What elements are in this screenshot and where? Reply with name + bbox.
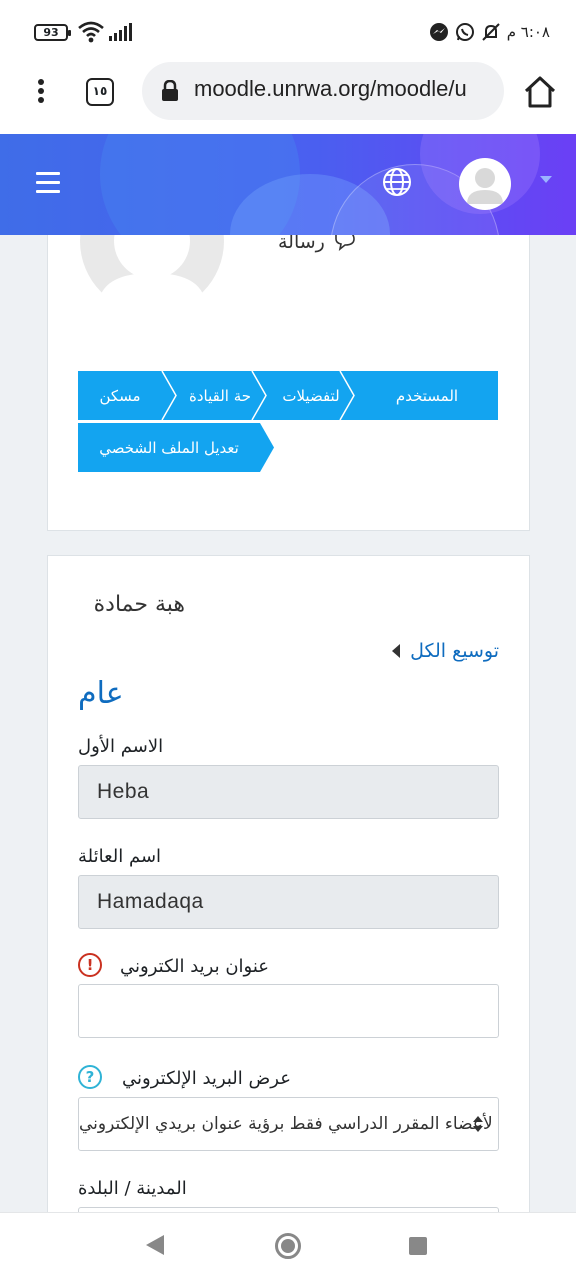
last-name-label: اسم العائلة [78,846,162,867]
home-button-icon[interactable] [275,1233,301,1259]
site-header [0,134,576,235]
select-arrows-icon [473,1116,483,1132]
breadcrumb-item[interactable]: لتفضيلات [270,371,352,420]
edit-profile-form: هبة حمادة توسيع الكل عام الاسم الأول Heb… [47,555,530,1255]
required-icon[interactable]: ! [78,953,102,977]
email-display-value[interactable]: السماح لأعضاء المقرر الدراسي فقط برؤية ع… [79,1114,498,1134]
last-name-field[interactable]: Hamadaqa [78,875,499,929]
user-avatar-icon[interactable] [459,158,511,210]
wifi-icon [78,21,104,43]
url-text[interactable]: moodle.unrwa.org/moodle/u [194,76,467,102]
battery-icon: 93 [34,24,71,41]
back-icon[interactable] [146,1235,164,1255]
system-nav-bar [0,1212,576,1280]
user-full-name: هبة حمادة [93,592,185,617]
status-time: ٦:٠٨ م [506,23,550,41]
email-display-label: عرض البريد الإلكتروني [122,1068,291,1089]
breadcrumb-item-current[interactable]: تعديل الملف الشخصي [84,423,254,472]
address-bar[interactable]: moodle.unrwa.org/moodle/u [142,62,504,120]
globe-icon[interactable] [382,167,412,197]
profile-card: رسالة المستخدم لتفضيلات حة القيادة مسكن … [47,200,530,531]
section-title-general[interactable]: عام [78,676,124,711]
breadcrumb-item[interactable]: مسكن [84,371,156,420]
collapse-arrow-icon [392,644,401,658]
breadcrumb: المستخدم لتفضيلات حة القيادة مسكن تعديل … [78,371,498,481]
browser-toolbar: ١٥ moodle.unrwa.org/moodle/u [0,62,576,134]
breadcrumb-item[interactable]: حة القيادة [182,371,258,420]
messenger-icon [429,23,448,41]
breadcrumb-item[interactable]: المستخدم [362,371,492,420]
expand-all-label[interactable]: توسيع الكل [410,640,499,662]
signal-icon [109,23,132,41]
recent-apps-icon[interactable] [409,1237,427,1255]
hamburger-menu-icon[interactable] [36,172,60,193]
first-name-label: الاسم الأول [78,736,164,757]
status-right-group: ٦:٠٨ م [429,20,550,44]
email-display-select[interactable]: السماح لأعضاء المقرر الدراسي فقط برؤية ع… [78,1097,499,1151]
first-name-field[interactable]: Heba [78,765,499,819]
chevron-down-icon[interactable] [540,176,552,183]
status-bar: 93 ٦:٠٨ م [0,0,576,62]
city-label: المدينة / البلدة [78,1178,187,1199]
email-field[interactable] [78,984,499,1038]
help-icon[interactable]: ? [78,1065,102,1089]
more-options-icon[interactable] [30,76,52,106]
expand-all-link[interactable]: توسيع الكل [392,640,499,662]
email-label: عنوان بريد الكتروني [120,956,270,977]
whatsapp-icon [455,23,474,41]
lock-icon[interactable] [160,80,180,102]
tab-switcher-button[interactable]: ١٥ [86,78,114,106]
home-icon[interactable] [522,74,558,110]
mute-icon [481,23,500,41]
